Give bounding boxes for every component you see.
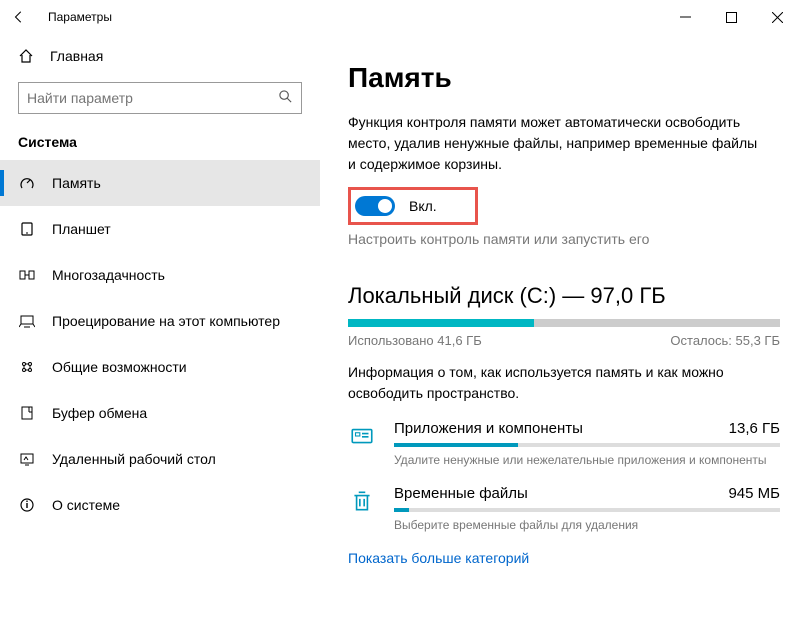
sidebar-item-3[interactable]: Проецирование на этот компьютер <box>0 298 320 344</box>
category-size: 13,6 ГБ <box>729 420 780 437</box>
disk-info: Информация о том, как используется памят… <box>348 362 768 404</box>
nav-icon <box>18 175 36 191</box>
sidebar-item-1[interactable]: Планшет <box>0 206 320 252</box>
sidebar-item-6[interactable]: Удаленный рабочий стол <box>0 436 320 482</box>
storage-sense-toggle-row: Вкл. <box>348 187 478 225</box>
home-label: Главная <box>50 48 103 64</box>
sidebar-item-label: Удаленный рабочий стол <box>52 451 216 467</box>
back-button[interactable] <box>12 10 42 24</box>
category-heading: Система <box>0 128 320 160</box>
storage-category-1[interactable]: Временные файлы 945 МБ Выберите временные … <box>348 485 780 532</box>
home-icon <box>18 48 34 64</box>
show-more-link[interactable]: Показать больше категорий <box>348 550 780 566</box>
category-hint: Выберите временные файлы для удаления <box>394 518 780 532</box>
search-box[interactable] <box>18 82 302 114</box>
category-icon <box>348 422 376 450</box>
close-button[interactable] <box>754 1 800 33</box>
sidebar-item-label: Буфер обмена <box>52 405 147 421</box>
toggle-label: Вкл. <box>409 198 437 214</box>
disk-usage-bar <box>348 319 780 327</box>
disk-used-label: Использовано 41,6 ГБ <box>348 333 482 348</box>
category-icon <box>348 487 376 515</box>
sidebar-item-label: О системе <box>52 497 120 513</box>
sidebar-item-0[interactable]: Память <box>0 160 320 206</box>
nav-icon <box>18 497 36 513</box>
sidebar-item-label: Общие возможности <box>52 359 187 375</box>
category-bar <box>394 443 780 447</box>
category-hint: Удалите ненужные или нежелательные прило… <box>394 453 780 467</box>
sidebar-item-5[interactable]: Буфер обмена <box>0 390 320 436</box>
minimize-button[interactable] <box>662 1 708 33</box>
nav-icon <box>18 267 36 283</box>
storage-sense-toggle[interactable] <box>355 196 395 216</box>
category-bar <box>394 508 780 512</box>
category-name: Приложения и компоненты <box>394 420 583 437</box>
nav-icon <box>18 313 36 329</box>
sidebar-item-4[interactable]: Общие возможности <box>0 344 320 390</box>
nav-icon <box>18 451 36 467</box>
sidebar-item-7[interactable]: О системе <box>0 482 320 528</box>
page-title: Память <box>348 62 780 94</box>
nav-icon <box>18 405 36 421</box>
configure-storage-sense-link[interactable]: Настроить контроль памяти или запустить … <box>348 231 780 247</box>
storage-category-0[interactable]: Приложения и компоненты 13,6 ГБ Удалите не… <box>348 420 780 467</box>
search-icon <box>278 89 293 107</box>
sidebar-item-label: Многозадачность <box>52 267 165 283</box>
disk-free-label: Осталось: 55,3 ГБ <box>670 333 780 348</box>
sidebar-item-label: Планшет <box>52 221 111 237</box>
nav-icon <box>18 359 36 375</box>
maximize-button[interactable] <box>708 1 754 33</box>
sidebar-item-label: Память <box>52 175 101 191</box>
category-size: 945 МБ <box>728 485 780 502</box>
nav-icon <box>18 221 36 237</box>
sidebar-item-label: Проецирование на этот компьютер <box>52 313 280 329</box>
disk-title: Локальный диск (C:) — 97,0 ГБ <box>348 283 780 309</box>
storage-sense-description: Функция контроля памяти может автоматиче… <box>348 112 768 175</box>
window-title: Параметры <box>42 10 662 24</box>
sidebar-item-2[interactable]: Многозадачность <box>0 252 320 298</box>
home-link[interactable]: Главная <box>0 40 320 72</box>
category-name: Временные файлы <box>394 485 528 502</box>
search-input[interactable] <box>27 90 278 106</box>
